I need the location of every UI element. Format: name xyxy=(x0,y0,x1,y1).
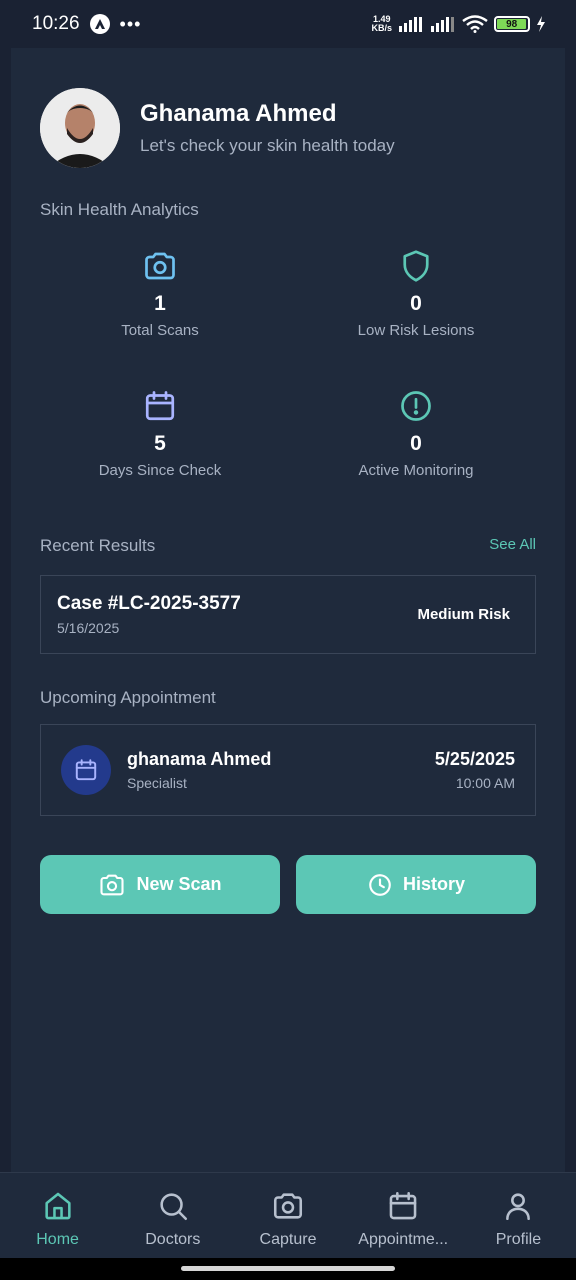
more-notifications-icon: ••• xyxy=(119,13,142,34)
stat-label: Low Risk Lesions xyxy=(357,322,475,339)
camera-icon xyxy=(273,1193,303,1219)
stat-label: Days Since Check xyxy=(98,462,222,479)
gesture-handle[interactable] xyxy=(181,1266,395,1271)
stat-value: 5 xyxy=(154,432,166,455)
app-notification-icon xyxy=(89,14,110,34)
stat-value: 0 xyxy=(410,292,422,315)
nav-label: Capture xyxy=(259,1231,317,1248)
nav-label: Doctors xyxy=(145,1231,201,1248)
clock-icon xyxy=(369,873,391,896)
history-label: History xyxy=(402,874,465,894)
status-left: 10:26 ••• xyxy=(32,13,141,35)
nav-label: Home xyxy=(36,1231,79,1248)
nav-label: Appointme... xyxy=(358,1231,449,1248)
nav-item-doctors[interactable]: Doctors xyxy=(115,1173,230,1258)
new-scan-label: New Scan xyxy=(136,874,222,894)
doctor-name: ghanama Ahmed xyxy=(127,749,272,769)
home-icon xyxy=(44,1192,71,1220)
battery-icon: 98 xyxy=(494,16,530,32)
status-right: 1.49 KB/s 98 xyxy=(371,15,546,33)
nav-item-profile[interactable]: Profile xyxy=(461,1173,576,1258)
profile-header: Ghanama Ahmed Let's check your skin heal… xyxy=(40,88,395,168)
case-title: Case #LC-2025-3577 xyxy=(57,593,241,614)
analytics-title: Skin Health Analytics xyxy=(40,200,199,219)
calendar-icon xyxy=(389,1191,417,1220)
search-icon xyxy=(160,1193,187,1221)
appointment-datetime: 5/25/2025 10:00 AM xyxy=(435,749,515,791)
nav-item-home[interactable]: Home xyxy=(0,1173,115,1258)
greeting-subtitle: Let's check your skin health today xyxy=(140,136,395,155)
risk-badge: Medium Risk xyxy=(417,606,510,623)
history-button[interactable]: History xyxy=(296,855,536,914)
appointment-info: ghanama Ahmed Specialist xyxy=(127,749,435,791)
user-icon xyxy=(506,1193,531,1221)
case-date: 5/16/2025 xyxy=(57,620,120,636)
recent-results-title: Recent Results xyxy=(40,536,156,555)
greeting: Ghanama Ahmed Let's check your skin heal… xyxy=(140,100,395,156)
stat-days-since-check: 5 Days Since Check xyxy=(32,388,288,479)
network-speed-unit: KB/s xyxy=(371,23,392,33)
user-name: Ghanama Ahmed xyxy=(140,100,337,127)
bottom-nav: Home Doctors Capture Appointme... Profil… xyxy=(0,1172,576,1258)
appointment-title: Upcoming Appointment xyxy=(40,688,216,707)
shield-icon xyxy=(403,250,429,282)
stat-label: Active Monitoring xyxy=(358,462,474,479)
doctor-role: Specialist xyxy=(127,775,187,791)
stat-total-scans: 1 Total Scans xyxy=(32,248,288,339)
camera-icon xyxy=(100,874,125,895)
stat-active-monitoring: 0 Active Monitoring xyxy=(288,388,544,479)
network-speed: 1.49 KB/s xyxy=(371,15,392,33)
camera-icon xyxy=(145,252,175,280)
analytics-grid: 1 Total Scans 0 Low Risk Lesions 5 Days … xyxy=(32,248,544,528)
stat-value: 1 xyxy=(154,292,166,315)
new-scan-button[interactable]: New Scan xyxy=(40,855,280,914)
calendar-icon xyxy=(75,759,97,781)
charging-icon xyxy=(537,16,545,32)
alert-circle-icon xyxy=(401,391,431,421)
main-panel: Ghanama Ahmed Let's check your skin heal… xyxy=(11,48,565,1172)
appointment-icon-wrap xyxy=(61,745,111,795)
stat-value: 0 xyxy=(410,432,422,455)
see-all-link[interactable]: See All xyxy=(489,536,536,553)
nav-item-capture[interactable]: Capture xyxy=(230,1173,345,1258)
nav-item-appointments[interactable]: Appointme... xyxy=(346,1173,461,1258)
status-bar: 10:26 ••• 1.49 KB/s 98 xyxy=(0,0,576,48)
avatar[interactable] xyxy=(40,88,120,168)
nav-label: Profile xyxy=(495,1231,542,1248)
appointment-card[interactable]: ghanama Ahmed Specialist 5/25/2025 10:00… xyxy=(40,724,536,816)
stat-label: Total Scans xyxy=(121,322,199,339)
appointment-time: 10:00 AM xyxy=(455,775,515,791)
wifi-icon xyxy=(462,15,488,33)
recent-result-card[interactable]: Case #LC-2025-3577 5/16/2025 Medium Risk xyxy=(40,575,536,654)
appointment-date: 5/25/2025 xyxy=(434,749,515,769)
status-time: 10:26 xyxy=(32,13,80,34)
signal-icon-2 xyxy=(431,17,454,32)
case-info: Case #LC-2025-3577 5/16/2025 xyxy=(57,593,241,636)
signal-icon xyxy=(399,17,422,32)
battery-level: 98 xyxy=(497,19,527,30)
stat-low-risk-lesions: 0 Low Risk Lesions xyxy=(288,248,544,339)
calendar-icon xyxy=(145,391,175,421)
gesture-bar xyxy=(0,1258,576,1280)
